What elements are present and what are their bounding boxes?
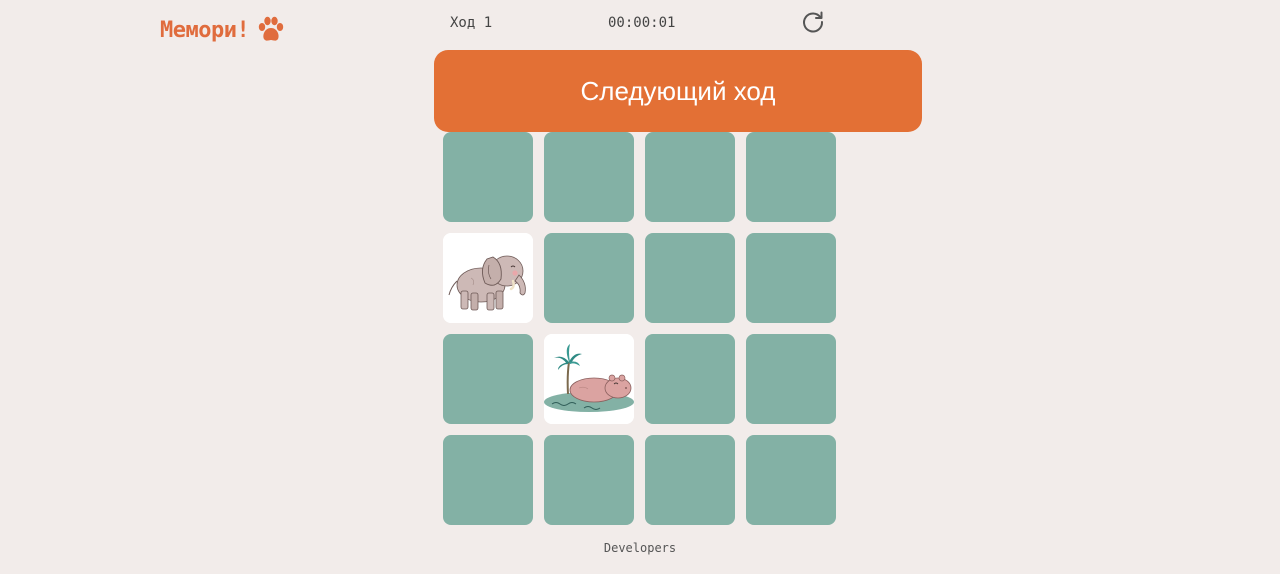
developers-link[interactable]: Developers	[604, 541, 676, 555]
card-closed[interactable]	[544, 233, 634, 323]
footer: Developers	[0, 541, 1280, 555]
timer: 00:00:01	[608, 15, 676, 31]
status-bar: Ход 1 00:00:01	[0, 0, 1280, 46]
card-closed[interactable]	[544, 435, 634, 525]
card-closed[interactable]	[645, 435, 735, 525]
card-closed[interactable]	[746, 334, 836, 424]
restart-button[interactable]	[800, 9, 826, 35]
card-closed[interactable]	[443, 334, 533, 424]
next-move-button[interactable]: Следующий ход	[434, 50, 922, 132]
hippo-island-icon	[544, 334, 634, 424]
restart-icon	[803, 11, 824, 33]
card-closed[interactable]	[645, 334, 735, 424]
card-closed[interactable]	[443, 132, 533, 222]
move-counter: Ход 1	[450, 15, 493, 31]
card-closed[interactable]	[645, 132, 735, 222]
card-closed[interactable]	[746, 233, 836, 323]
card-open[interactable]	[544, 334, 634, 424]
elephant-icon	[443, 233, 533, 323]
card-closed[interactable]	[645, 233, 735, 323]
card-closed[interactable]	[746, 435, 836, 525]
card-closed[interactable]	[443, 435, 533, 525]
card-closed[interactable]	[746, 132, 836, 222]
game-board	[443, 132, 838, 525]
card-closed[interactable]	[544, 132, 634, 222]
card-open[interactable]	[443, 233, 533, 323]
